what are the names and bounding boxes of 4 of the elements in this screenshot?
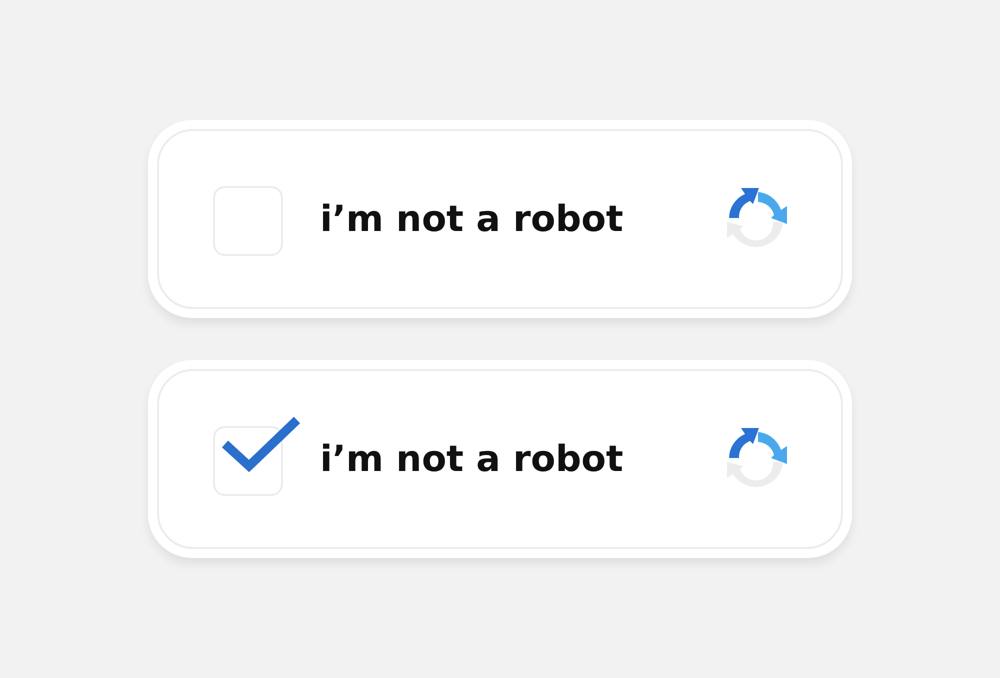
captcha-label: i’m not a robot [320, 438, 624, 480]
checkmark-icon [221, 414, 301, 474]
checkbox[interactable] [213, 414, 303, 496]
captcha-label: i’m not a robot [320, 198, 624, 240]
